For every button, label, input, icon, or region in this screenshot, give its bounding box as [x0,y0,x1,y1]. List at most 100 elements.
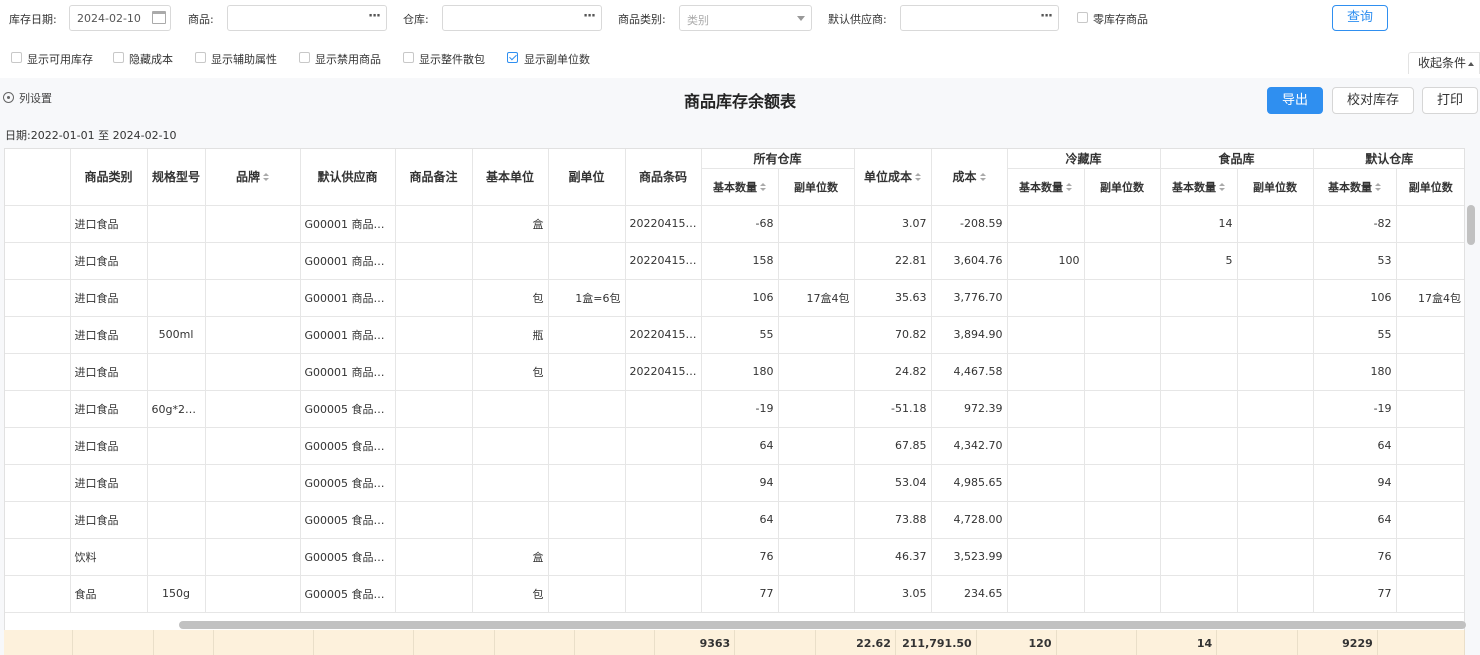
table-row[interactable]: 进口食品 500ml G00001 商品综... 瓶 20220415-... 55 70.… [5,316,1464,354]
sort-icon[interactable] [263,173,269,182]
zero-stock-checkbox[interactable] [1077,12,1088,23]
table-header-sortable[interactable]: 基本数量 [1160,168,1238,206]
cell-cost: 4,985.65 [931,464,1008,502]
export-button[interactable]: 导出 [1267,87,1323,114]
cell-brand [205,538,301,576]
cell-category: 进口食品 [70,501,148,539]
cell-def-qty: 94 [1313,464,1397,502]
supplier-label: 默认供应商: [828,13,887,26]
cell-cold-sub [1084,353,1161,391]
cell-unit-cost: 35.63 [854,279,932,317]
cell-food-sub [1237,279,1314,317]
cell-note [395,279,473,317]
cell-all-qty: 64 [701,501,779,539]
table-header-sortable[interactable]: 品牌 [205,149,301,206]
more-icon[interactable]: ··· [1040,9,1053,24]
option-checkbox-sub-unit[interactable] [507,52,518,63]
cell-def-sub [1396,464,1464,502]
table-row[interactable]: 进口食品 G00005 食品零... 64 73.88 4,728.00 64 [5,501,1464,539]
sort-icon[interactable] [1375,182,1382,192]
cell-category: 进口食品 [70,242,148,280]
warehouse-field[interactable]: ··· [442,5,602,31]
collapse-conditions-toggle[interactable]: 收起条件 [1408,52,1480,74]
table-header-sortable[interactable]: 单位成本 [854,149,932,206]
table-row[interactable]: 进口食品 G00001 商品综... 包 1盒=6包 106 17盒4包 35.63 3,77… [5,279,1464,317]
cell-cold-qty [1007,390,1085,428]
table-header-sortable[interactable]: 基本数量 [1007,168,1085,206]
table-header-sortable[interactable]: 成本 [931,149,1008,206]
cell-index [5,501,71,539]
category-select[interactable]: 类别 [679,5,812,31]
more-icon[interactable]: ··· [583,9,596,24]
cell-index [5,538,71,576]
totals-cost: 211,791.50 [895,630,977,655]
cell-brand [205,316,301,354]
totals-cell [494,630,575,655]
cell-def-qty: 106 [1313,279,1397,317]
option-checkbox-disabled-goods[interactable] [299,52,310,63]
table-header-sortable[interactable]: 基本数量 [1313,168,1397,206]
query-button[interactable]: 查询 [1332,5,1388,31]
sort-icon[interactable] [1066,182,1073,192]
check-stock-button[interactable]: 校对库存 [1332,87,1414,114]
table-row[interactable]: 进口食品 60g*20块 G00005 食品零... -19 -51.18 972.39 -… [5,390,1464,428]
table-row[interactable]: 进口食品 G00001 商品综... 20220415-... 158 22.81 3,6… [5,242,1464,280]
table-header-sortable[interactable]: 基本数量 [701,168,779,206]
sort-icon[interactable] [760,182,766,192]
cell-unit-cost: 22.81 [854,242,932,280]
cell-note [395,501,473,539]
calendar-icon[interactable] [152,11,166,24]
print-button[interactable]: 打印 [1422,87,1478,114]
cell-all-qty: 106 [701,279,779,317]
cell-barcode [625,464,702,502]
cell-all-sub [778,316,855,354]
cell-brand [205,353,301,391]
table-header: 基本单位 [472,149,549,206]
cell-note [395,353,473,391]
horizontal-scrollbar[interactable] [179,621,1466,629]
zero-stock-label: 零库存商品 [1093,13,1148,26]
cell-index [5,464,71,502]
cell-brand [205,501,301,539]
chevron-down-icon [797,16,805,21]
sort-icon[interactable] [1219,182,1226,192]
table-row[interactable]: 饮料 G00005 食品零... 盒 76 46.37 3,523.99 76 [5,538,1464,576]
goods-field[interactable]: ··· [227,5,387,31]
more-icon[interactable]: ··· [368,9,381,24]
cell-def-sub [1396,242,1464,280]
table-header-label: 单位成本 [864,170,913,185]
cell-base-unit [472,501,549,539]
cell-category: 进口食品 [70,390,148,428]
date-field[interactable]: 2024-02-10 [69,5,171,31]
option-checkbox-whole-loose[interactable] [403,52,414,63]
table-row[interactable]: 进口食品 G00001 商品综... 包 20220415-... 180 24.82 4,… [5,353,1464,391]
cell-category: 进口食品 [70,316,148,354]
cell-unit-cost: 46.37 [854,538,932,576]
option-checkbox-aux-attr[interactable] [195,52,206,63]
vertical-scrollbar[interactable] [1467,205,1475,245]
cell-def-qty: -19 [1313,390,1397,428]
table-row[interactable]: 食品 150g G00005 食品零... 包 77 3.05 234.65 77 [5,575,1464,613]
totals-cell [574,630,656,655]
table-header: 规格型号 [147,149,206,206]
table-row[interactable]: 进口食品 G00005 食品零... 64 67.85 4,342.70 64 [5,427,1464,465]
table-row[interactable]: 进口食品 G00001 商品综... 盒 20220415-... -68 3.07 -20… [5,205,1464,243]
table-row[interactable]: 进口食品 G00005 食品零... 94 53.04 4,985.65 94 [5,464,1464,502]
group-header-default: 默认仓库 [1313,149,1464,169]
cell-spec [147,205,206,243]
sort-icon[interactable] [915,173,922,182]
option-checkbox-hide-cost[interactable] [113,52,124,63]
option-checkbox-available[interactable] [11,52,22,63]
table-header: 商品备注 [395,149,473,206]
table-header: 副单位数 [778,168,855,206]
sort-icon[interactable] [979,173,986,182]
cell-cold-sub [1084,279,1161,317]
cell-cost: 3,894.90 [931,316,1008,354]
totals-all-qty: 9363 [654,630,736,655]
cell-all-qty: 180 [701,353,779,391]
table-header: 副单位数 [1396,168,1464,206]
supplier-field[interactable]: ··· [900,5,1059,31]
cell-all-qty: 94 [701,464,779,502]
cell-cold-sub [1084,316,1161,354]
cell-all-sub [778,353,855,391]
